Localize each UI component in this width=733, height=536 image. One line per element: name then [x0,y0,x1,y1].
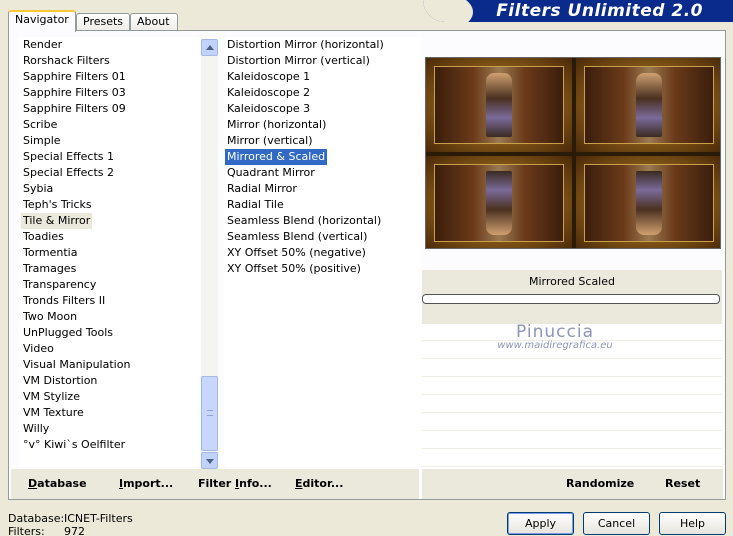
app-title: Filters Unlimited 2.0 [496,1,703,21]
watermark: Pinuccia www.maidiregrafica.eu [455,322,655,351]
filter-item[interactable]: Distortion Mirror (horizontal) [225,37,421,53]
category-item[interactable]: Toadies [21,229,199,245]
tab-label: About [137,15,170,28]
editor-button[interactable]: Editor... [295,477,343,490]
filter-settings: Mirrored Scaled [422,270,722,470]
grip-icon [207,410,213,416]
database-button[interactable]: Database [28,477,87,490]
tab-label: Navigator [15,13,69,26]
chevron-up-icon [206,45,214,50]
category-item[interactable]: °v° Kiwi`s Oelfilter [21,437,199,453]
preview-tile [426,58,572,152]
navigator-panel: Render Rorshack Filters Sapphire Filters 0… [8,30,726,500]
filter-name-display: Mirrored Scaled [422,270,722,294]
preview-tile [426,156,572,248]
scroll-up-button[interactable] [201,39,218,56]
preview-tile [576,58,720,152]
category-item[interactable]: Sapphire Filters 09 [21,101,199,117]
category-item[interactable]: Scribe [21,117,199,133]
category-item[interactable]: Sybia [21,181,199,197]
category-item[interactable]: Tile & Mirror [21,213,93,229]
filter-item[interactable]: Radial Tile [225,197,421,213]
title-banner: Filters Unlimited 2.0 [423,0,733,22]
category-item[interactable]: Willy [21,421,199,437]
database-info: Database:ICNET-Filters Filters: 972 [8,512,133,536]
category-item[interactable]: VM Texture [21,405,199,421]
category-item[interactable]: VM Distortion [21,373,199,389]
progress-bar [422,294,720,304]
import-button[interactable]: Import... [119,477,173,490]
category-item[interactable]: VM Stylize [21,389,199,405]
tab-about[interactable]: About [130,13,178,31]
category-scrollbar[interactable] [201,39,218,469]
category-item[interactable]: Simple [21,133,199,149]
progress-area [422,294,722,324]
tab-navigator[interactable]: Navigator [8,10,76,32]
database-value: ICNET-Filters [64,512,133,525]
cancel-button[interactable]: Cancel [583,512,650,535]
chevron-down-icon [206,459,214,464]
filter-list[interactable]: Distortion Mirror (horizontal) Distortion… [225,37,421,467]
watermark-url: www.maidiregrafica.eu [497,340,613,351]
filters-count: 972 [64,525,85,536]
category-item[interactable]: Visual Manipulation [21,357,199,373]
filter-item[interactable]: Distortion Mirror (vertical) [225,53,421,69]
filters-label: Filters: [8,525,45,536]
randomize-button[interactable]: Randomize [566,477,634,490]
reset-button[interactable]: Reset [665,477,700,490]
filter-item[interactable]: Seamless Blend (horizontal) [225,213,421,229]
filter-preview [425,57,721,249]
apply-button[interactable]: Apply [507,512,574,535]
settings-row [422,450,722,467]
category-item[interactable]: Render [21,37,199,53]
category-item[interactable]: Special Effects 2 [21,165,199,181]
category-item[interactable]: UnPlugged Tools [21,325,199,341]
settings-row [422,414,722,431]
category-item[interactable]: Rorshack Filters [21,53,199,69]
divider [419,469,422,499]
filter-item[interactable]: Mirror (vertical) [225,133,421,149]
settings-row [422,378,722,395]
category-item[interactable]: Two Moon [21,309,199,325]
filter-item[interactable]: Mirrored & Scaled [225,149,328,165]
category-item[interactable]: Tronds Filters II [21,293,199,309]
filter-info-button[interactable]: Filter Info... [198,477,272,490]
settings-row [422,432,722,449]
filter-item[interactable]: Seamless Blend (vertical) [225,229,421,245]
category-item[interactable]: Teph's Tricks [21,197,199,213]
tab-presets[interactable]: Presets [76,13,130,31]
filter-item[interactable]: Mirror (horizontal) [225,117,421,133]
category-item[interactable]: Sapphire Filters 03 [21,85,199,101]
tab-label: Presets [83,15,124,28]
filter-item[interactable]: XY Offset 50% (positive) [225,261,421,277]
filter-item[interactable]: Kaleidoscope 3 [225,101,421,117]
filter-item[interactable]: Kaleidoscope 1 [225,69,421,85]
settings-row [422,360,722,377]
category-item[interactable]: Tramages [21,261,199,277]
filter-item[interactable]: Kaleidoscope 2 [225,85,421,101]
database-label: Database: [8,512,65,525]
category-list[interactable]: Render Rorshack Filters Sapphire Filters 0… [19,37,199,467]
settings-row [422,396,722,413]
scroll-down-button[interactable] [201,452,218,469]
category-item[interactable]: Special Effects 1 [21,149,199,165]
filter-item[interactable]: Radial Mirror [225,181,421,197]
category-item[interactable]: Transparency [21,277,199,293]
category-item[interactable]: Tormentia [21,245,199,261]
help-button[interactable]: Help [659,512,726,535]
filter-item[interactable]: Quadrant Mirror [225,165,421,181]
watermark-name: Pinuccia [516,322,594,342]
scroll-thumb[interactable] [201,376,218,451]
filter-item[interactable]: XY Offset 50% (negative) [225,245,421,261]
category-item[interactable]: Video [21,341,199,357]
panel-action-bar: Database Import... Filter Info... Editor… [11,469,723,499]
preview-tile [576,156,720,248]
category-item[interactable]: Sapphire Filters 01 [21,69,199,85]
